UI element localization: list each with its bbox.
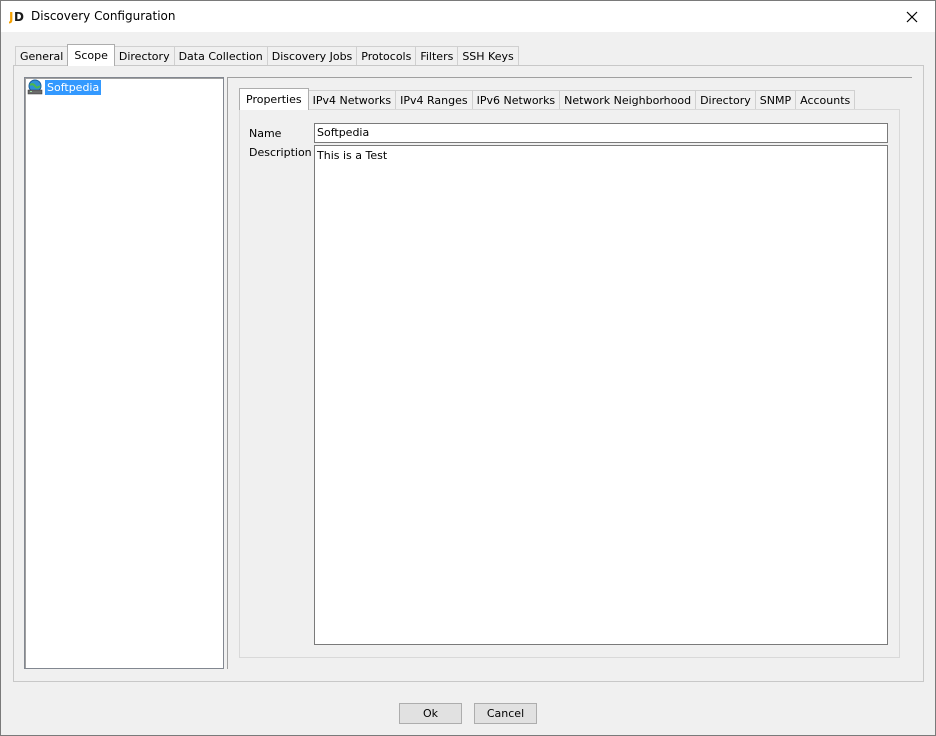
tab-scope[interactable]: Scope — [67, 44, 115, 66]
tab-directory[interactable]: Directory — [113, 46, 175, 66]
close-icon — [906, 11, 918, 22]
tab-snmp[interactable]: SNMP — [754, 90, 797, 110]
tree-item-softpedia[interactable]: Softpedia — [27, 79, 102, 95]
tab-discovery-jobs[interactable]: Discovery Jobs — [266, 46, 358, 66]
main-tab-strip: General Scope Directory Data Collection … — [15, 44, 519, 66]
window-title: Discovery Configuration — [31, 9, 176, 23]
svg-text:D: D — [14, 10, 24, 24]
scope-tree[interactable]: Softpedia — [24, 77, 224, 669]
discovery-configuration-window: J D Discovery Configuration General Scop… — [0, 0, 936, 736]
tab-ipv6-networks[interactable]: IPv6 Networks — [471, 90, 561, 110]
description-label: Description — [249, 146, 312, 159]
name-label: Name — [249, 127, 282, 140]
tab-ipv4-ranges[interactable]: IPv4 Ranges — [395, 90, 473, 110]
tab-filters[interactable]: Filters — [415, 46, 459, 66]
tree-item-label: Softpedia — [45, 79, 102, 95]
ok-button[interactable]: Ok — [399, 703, 462, 724]
cancel-button[interactable]: Cancel — [474, 703, 537, 724]
tab-sub-directory[interactable]: Directory — [695, 90, 756, 110]
tab-ssh-keys[interactable]: SSH Keys — [457, 46, 519, 66]
sub-tab-strip: Properties IPv4 Networks IPv4 Ranges IPv… — [239, 88, 856, 110]
tab-ipv4-networks[interactable]: IPv4 Networks — [307, 90, 397, 110]
tab-properties[interactable]: Properties — [239, 88, 309, 110]
network-globe-icon — [27, 79, 43, 95]
jd-logo-icon: J D — [9, 10, 24, 24]
tab-network-neighborhood[interactable]: Network Neighborhood — [559, 90, 697, 110]
tab-general[interactable]: General — [15, 46, 69, 66]
tab-accounts[interactable]: Accounts — [795, 90, 856, 110]
name-field[interactable]: Softpedia — [314, 123, 888, 143]
title-bar: J D Discovery Configuration — [1, 1, 935, 32]
description-field[interactable]: This is a Test — [314, 145, 888, 645]
tab-protocols[interactable]: Protocols — [356, 46, 417, 66]
close-button[interactable] — [889, 1, 935, 32]
tab-data-collection[interactable]: Data Collection — [173, 46, 268, 66]
svg-text:J: J — [9, 10, 13, 24]
